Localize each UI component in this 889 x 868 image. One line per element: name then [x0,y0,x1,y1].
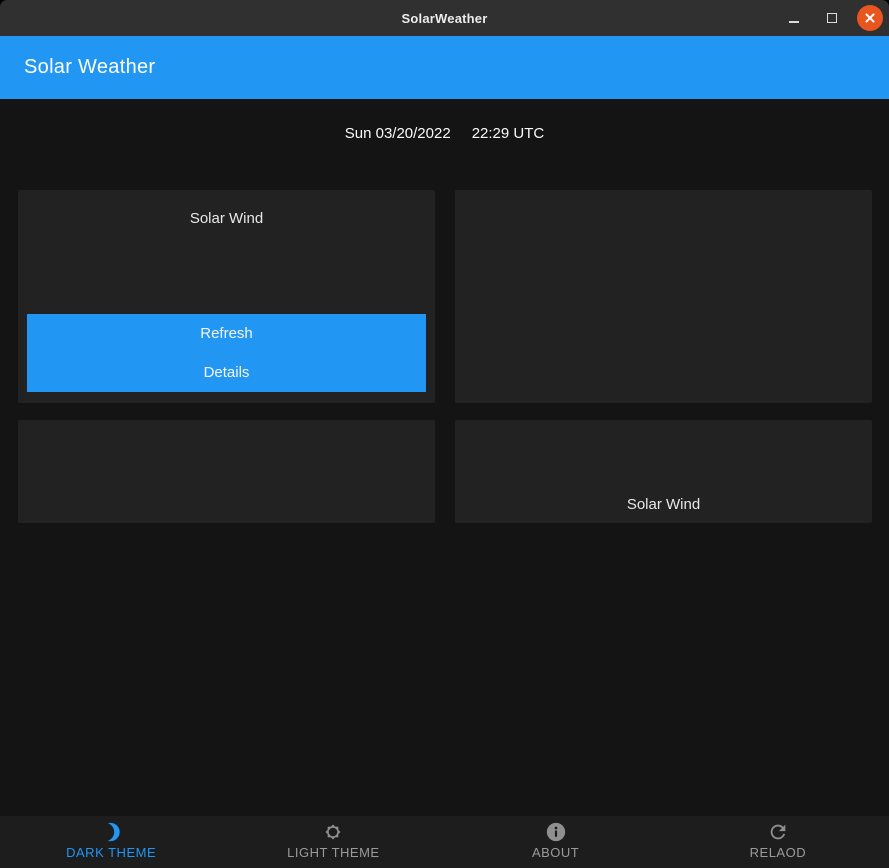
maximize-button[interactable] [819,5,845,31]
window-title: SolarWeather [401,10,488,26]
minimize-icon [789,21,799,23]
card-title: Solar Wind [189,210,264,227]
maximize-icon [827,13,837,23]
solar-wind-card-bottom: Solar Wind [455,420,872,523]
time-text: 22:29 UTC [471,125,545,142]
bottom-nav: DARK THEME LIGHT THEME ABOUT RELAOD [0,816,889,868]
info-icon [545,820,567,844]
titlebar: SolarWeather [0,0,889,36]
page-title: Solar Weather [24,56,156,78]
nav-item-reload[interactable]: RELAOD [667,816,889,868]
empty-card-bottom-left [18,420,435,523]
refresh-button[interactable]: Refresh [27,314,426,353]
sun-icon [322,820,344,844]
close-button[interactable] [857,5,883,31]
nav-label: RELAOD [749,845,807,860]
window-controls [781,0,883,36]
nav-label: LIGHT THEME [287,845,380,860]
nav-item-about[interactable]: ABOUT [445,816,667,868]
date-text: Sun 03/20/2022 [344,125,451,142]
card-title: Solar Wind [626,496,701,513]
solar-wind-card: Solar Wind Refresh Details [18,190,435,403]
datetime-row: Sun 03/20/2022 22:29 UTC [0,125,889,142]
details-button[interactable]: Details [27,353,426,392]
empty-card-top-right [455,190,872,403]
close-icon [864,12,876,24]
minimize-button[interactable] [781,5,807,31]
nav-label: ABOUT [531,845,580,860]
moon-icon [100,820,122,844]
card-button-block: Refresh Details [27,314,426,392]
app-header: Solar Weather [0,36,889,99]
nav-label: DARK THEME [66,845,157,860]
reload-icon [767,820,789,844]
nav-item-light-theme[interactable]: LIGHT THEME [222,816,444,868]
app-window: SolarWeather Solar Weather Sun 03/20/202… [0,0,889,868]
nav-item-dark-theme[interactable]: DARK THEME [0,816,222,868]
